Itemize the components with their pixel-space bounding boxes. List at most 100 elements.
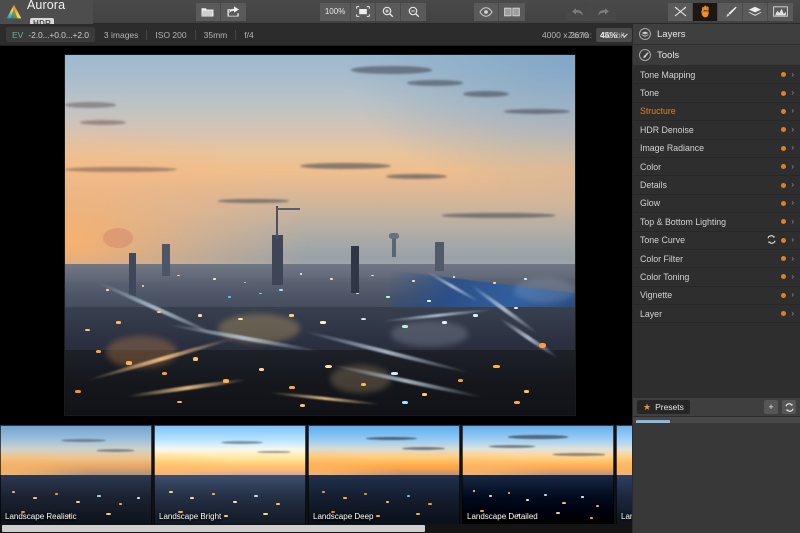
tool-label: Vignette: [640, 290, 672, 300]
preset-thumbnail[interactable]: Landscape Deep: [308, 425, 460, 525]
add-preset-button[interactable]: +: [764, 400, 778, 414]
tool-row-structure[interactable]: Structure ›: [633, 103, 800, 121]
tools-panel-header[interactable]: Tools: [633, 45, 800, 66]
file-button-group: [196, 3, 246, 21]
tool-row[interactable]: Vignette ›: [633, 287, 800, 305]
tool-row[interactable]: Tone Mapping ›: [633, 66, 800, 84]
preset-filmstrip[interactable]: Landscape Realistic Landscape Bright: [0, 425, 632, 533]
tool-label: Top & Bottom Lighting: [640, 217, 726, 227]
tool-adjust-dot[interactable]: [781, 109, 786, 114]
tool-row[interactable]: Top & Bottom Lighting ›: [633, 213, 800, 231]
hand-pan-button[interactable]: [693, 3, 718, 21]
filmstrip-scrollbar-thumb[interactable]: [2, 525, 425, 532]
tool-adjust-dot[interactable]: [781, 91, 786, 96]
transform-tool-button[interactable]: [668, 3, 693, 21]
tool-adjust-dot[interactable]: [781, 72, 786, 77]
preset-thumbnail[interactable]: Landscape Realistic: [0, 425, 152, 525]
tool-row[interactable]: Color Toning ›: [633, 268, 800, 286]
chevron-right-icon[interactable]: ›: [791, 291, 794, 299]
tool-row[interactable]: Image Radiance ›: [633, 140, 800, 158]
chevron-right-icon[interactable]: ›: [791, 255, 794, 263]
tool-row[interactable]: HDR Denoise ›: [633, 121, 800, 139]
zoom-100-button[interactable]: 100%: [320, 3, 351, 21]
chevron-right-icon[interactable]: ›: [791, 218, 794, 226]
tool-adjust-dot[interactable]: [781, 127, 786, 132]
tool-adjust-dot[interactable]: [781, 146, 786, 151]
bit-depth-value: 32-bit: [596, 30, 632, 40]
tool-adjust-dot[interactable]: [781, 238, 786, 243]
meta-iso: ISO 200: [146, 30, 194, 40]
export-share-button[interactable]: [221, 3, 246, 21]
meta-focal-length: 35mm: [195, 30, 236, 40]
zoom-in-button[interactable]: [376, 3, 401, 21]
tool-label: Structure: [640, 106, 676, 116]
chevron-right-icon[interactable]: ›: [791, 273, 794, 281]
chevron-right-icon[interactable]: ›: [791, 199, 794, 207]
tool-label: Layer: [640, 309, 662, 319]
tool-row-tone-curve[interactable]: Tone Curve ›: [633, 232, 800, 250]
brush-button[interactable]: [718, 3, 743, 21]
tools-panel-title: Tools: [657, 50, 679, 61]
chevron-right-icon[interactable]: ›: [791, 107, 794, 115]
ev-bracket-chip[interactable]: EV -2.0...+0.0...+2.0: [6, 27, 95, 42]
open-folder-button[interactable]: [196, 3, 221, 21]
logo-name-text: Aurora: [27, 0, 65, 12]
tool-label: Details: [640, 180, 667, 190]
tool-adjust-dot[interactable]: [781, 219, 786, 224]
tool-row[interactable]: Color ›: [633, 158, 800, 176]
layers-circle-icon: [639, 28, 651, 40]
undo-button[interactable]: [566, 3, 591, 21]
tools-pen-circle-icon: [639, 49, 651, 61]
chevron-right-icon[interactable]: ›: [791, 144, 794, 152]
chevron-right-icon[interactable]: ›: [791, 310, 794, 318]
presets-tab[interactable]: ★ Presets: [637, 400, 690, 414]
preview-eye-button[interactable]: [474, 3, 499, 21]
tool-adjust-dot[interactable]: [781, 311, 786, 316]
tool-row[interactable]: Glow ›: [633, 195, 800, 213]
preset-thumbnail[interactable]: Landscape Bright: [154, 425, 306, 525]
tool-label: Image Radiance: [640, 143, 704, 153]
tool-label: Tone Mapping: [640, 70, 695, 80]
tool-label: Tone Curve: [640, 235, 685, 245]
tool-label: Color: [640, 162, 661, 172]
layers-panel-header[interactable]: Layers: [633, 24, 800, 45]
chevron-right-icon[interactable]: ›: [791, 236, 794, 244]
reset-refresh-icon[interactable]: [767, 235, 776, 246]
chevron-right-icon[interactable]: ›: [791, 89, 794, 97]
split-compare-button[interactable]: [499, 3, 525, 21]
tool-adjust-dot[interactable]: [781, 256, 786, 261]
redo-button[interactable]: [591, 3, 616, 21]
tool-row[interactable]: Layer ›: [633, 305, 800, 323]
preset-thumbnail[interactable]: Landscape Detailed: [462, 425, 614, 525]
preset-thumbnail[interactable]: Landscape Enhanced: [616, 425, 632, 525]
fit-to-screen-button[interactable]: [351, 3, 376, 21]
meta-image-count: 3 images: [95, 30, 147, 40]
layers-panel-title: Layers: [657, 29, 686, 40]
tool-row[interactable]: Color Filter ›: [633, 250, 800, 268]
tool-adjust-dot[interactable]: [781, 293, 786, 298]
refresh-presets-button[interactable]: [782, 400, 796, 414]
zoom-out-button[interactable]: [401, 3, 426, 21]
tool-adjust-dot[interactable]: [781, 201, 786, 206]
tool-row[interactable]: Tone ›: [633, 84, 800, 102]
photo-preview[interactable]: [65, 55, 575, 415]
image-canvas[interactable]: [0, 46, 632, 425]
ev-label: EV: [12, 30, 23, 40]
tool-row[interactable]: Details ›: [633, 176, 800, 194]
chevron-right-icon[interactable]: ›: [791, 126, 794, 134]
filmstrip-scrollbar-track[interactable]: [0, 524, 632, 533]
tool-adjust-dot[interactable]: [781, 164, 786, 169]
histogram-button[interactable]: [768, 3, 793, 21]
presets-header: ★ Presets +: [633, 397, 800, 417]
tool-adjust-dot[interactable]: [781, 183, 786, 188]
chevron-right-icon[interactable]: ›: [791, 163, 794, 171]
layers-button[interactable]: [743, 3, 768, 21]
chevron-right-icon[interactable]: ›: [791, 181, 794, 189]
tool-adjust-dot[interactable]: [781, 274, 786, 279]
app-logo: PROFESSIONAL Aurora HDR: [0, 0, 93, 24]
edit-tools-group: [668, 3, 793, 21]
exif-meta: 3 images ISO 200 35mm f/4: [95, 30, 262, 40]
chevron-right-icon[interactable]: ›: [791, 71, 794, 79]
top-toolbar: PROFESSIONAL Aurora HDR 100%: [0, 0, 800, 24]
history-button-group: [566, 3, 616, 21]
